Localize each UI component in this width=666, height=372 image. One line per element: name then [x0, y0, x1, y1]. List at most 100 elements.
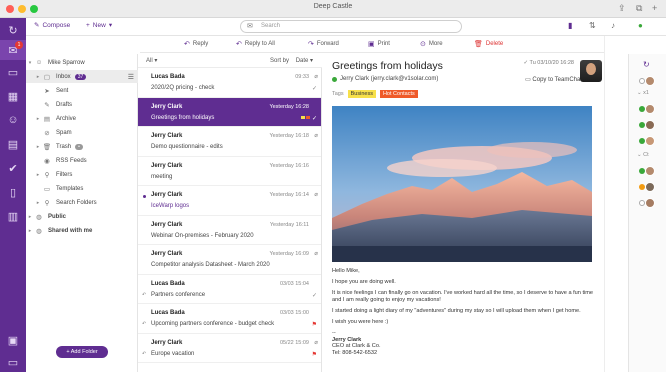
folder-rss[interactable]: ◉ RSS Feeds: [26, 154, 138, 167]
folder-templates[interactable]: ▭ Templates: [26, 182, 138, 195]
public-icon: ◍: [36, 213, 42, 221]
print-button[interactable]: ▣ Print: [368, 40, 390, 48]
message-sender: Jerry Clark: [151, 192, 183, 198]
tag-business[interactable]: Business: [347, 90, 376, 98]
notes-icon[interactable]: ▯: [0, 182, 26, 202]
message-subject: Europe vacation: [151, 350, 195, 357]
folder-trash[interactable]: ▸ 🗑 Trash •: [26, 140, 138, 153]
folder-drafts[interactable]: ✎ Drafts: [26, 98, 138, 111]
folder-filters[interactable]: ▸ ⚲ Filters: [26, 168, 138, 181]
account-row[interactable]: ▾ ☺ Mike Sparrow: [26, 56, 138, 69]
message-sender: Lucas Bada: [151, 74, 185, 80]
calendar-icon[interactable]: ▦: [0, 86, 26, 106]
compose-button[interactable]: ✎ Compose: [34, 21, 70, 30]
add-folder-button[interactable]: + Add Folder: [56, 346, 108, 358]
folder-search-folders[interactable]: ▸ ⚲ Search Folders: [26, 196, 138, 209]
list-item[interactable]: Jerry Clark Yesterday 16:18 ⌀ Demo quest…: [138, 127, 321, 157]
chevron-right-icon: ▸: [36, 73, 40, 80]
forward-button[interactable]: ↷ Forward: [308, 40, 339, 48]
new-button[interactable]: + New ▾: [86, 21, 112, 30]
contacts-icon[interactable]: ☺: [0, 110, 26, 130]
message-subject: Webinar On-premises - February 2020: [151, 232, 254, 239]
folder-inbox[interactable]: ▸ ▢ Inbox 37 ☰: [26, 70, 138, 83]
sender-line[interactable]: Jerry Clark (jerry.clark@v1solar.com): [332, 76, 438, 82]
tags-label: Tags: [332, 91, 344, 97]
list-item[interactable]: Jerry Clark Yesterday 16:14 ⌀ IceWarp lo…: [138, 186, 321, 216]
contact-item[interactable]: [639, 120, 665, 130]
search-input[interactable]: ✉ Search: [240, 20, 462, 33]
contact-item[interactable]: [639, 198, 665, 208]
more-button[interactable]: ⊙ More: [420, 40, 443, 48]
message-subject: meeting: [151, 173, 173, 180]
sort-label: Sort by: [270, 58, 290, 64]
list-item[interactable]: Jerry Clark 05/22 15:09 ⌀ ↶ Europe vacat…: [138, 334, 321, 363]
mail-icon[interactable]: ✉ 1: [0, 40, 26, 60]
contact-item[interactable]: [639, 182, 665, 192]
contact-item[interactable]: [639, 136, 665, 146]
plus-icon: +: [86, 21, 90, 29]
delete-button[interactable]: 🗑 Delete: [474, 40, 503, 48]
list-item[interactable]: Lucas Bada 03/03 15:04 ↶ Partners confer…: [138, 275, 321, 304]
sent-icon: ➤: [44, 87, 50, 95]
check-icon: ✓: [311, 86, 317, 92]
attachment-icon: ⌀: [314, 133, 318, 139]
message-date: Yesterday 16:14: [269, 192, 309, 198]
panel-toggle-icon[interactable]: ▮: [568, 21, 572, 30]
list-item[interactable]: Jerry Clark Yesterday 16:16 meeting: [138, 157, 321, 186]
folder-archive[interactable]: ▸ ▤ Archive: [26, 112, 138, 125]
reading-pane: Greetings from holidays ✓ Tu 03/10/20 16…: [322, 54, 604, 372]
refresh-icon[interactable]: ↻: [643, 60, 650, 69]
list-item[interactable]: Lucas Bada 03/03 15:00 ↶ Upcoming partne…: [138, 304, 321, 334]
screen-icon[interactable]: ▭: [0, 352, 26, 372]
folder-spam[interactable]: ⊘ Spam: [26, 126, 138, 139]
attachment-icon: ⌀: [314, 192, 318, 198]
list-item[interactable]: Jerry Clark Yesterday 16:11 Webinar On-p…: [138, 216, 321, 245]
share-icon[interactable]: ⇪: [618, 3, 626, 13]
tag-hot-contacts[interactable]: Hot Contacts: [379, 90, 418, 98]
add-tab-icon[interactable]: +: [652, 3, 657, 13]
message-date: Yesterday 16:09: [269, 251, 309, 257]
documents-icon[interactable]: ▥: [0, 206, 26, 226]
flag-icon[interactable]: ⚑: [312, 321, 317, 328]
video-icon[interactable]: ▣: [0, 330, 26, 350]
folder-public[interactable]: ▸ ◍ Public: [26, 210, 138, 223]
filter-value: All: [146, 58, 153, 64]
sort-icon[interactable]: ⇅: [589, 21, 596, 30]
sort-dropdown[interactable]: Sort by Date ▾: [270, 57, 313, 64]
tabs-icon[interactable]: ⧉: [636, 3, 642, 13]
sender-avatar: [580, 60, 602, 82]
reply-button[interactable]: ↶ Reply: [184, 40, 208, 48]
unread-count: 37: [74, 73, 87, 80]
sender-address: Jerry Clark (jerry.clark@v1solar.com): [340, 76, 439, 82]
online-status-icon: [332, 76, 337, 82]
list-item[interactable]: Lucas Bada 09:33 ⌀ 2020/2Q pricing - che…: [138, 68, 321, 98]
copy-to-teamchat-button[interactable]: ▭ Copy to TeamChat: [525, 76, 582, 83]
attachment-icon: ⌀: [314, 74, 318, 80]
flag-icon[interactable]: ⚑: [312, 351, 317, 358]
check-icon: ✓: [311, 292, 317, 299]
contact-item[interactable]: [639, 76, 665, 86]
tasks-icon[interactable]: ✔: [0, 158, 26, 178]
folder-shared[interactable]: ▸ ◍ Shared with me: [26, 224, 138, 237]
folder-sent[interactable]: ➤ Sent: [26, 84, 138, 97]
files-icon[interactable]: ▤: [0, 134, 26, 154]
message-date: Yesterday 16:28: [269, 103, 309, 110]
contact-item[interactable]: [639, 104, 665, 114]
message-date: Yesterday 16:11: [269, 221, 309, 228]
logo-icon[interactable]: ↻: [0, 20, 26, 40]
menu-icon[interactable]: ☰: [128, 73, 134, 81]
list-item[interactable]: Jerry Clark Yesterday 16:28 Greetings fr…: [138, 97, 321, 127]
body-paragraph: It is nice feelings I can finally go on …: [332, 290, 594, 303]
folder-label: Inbox: [56, 73, 71, 80]
search-icon: ✉: [247, 23, 253, 30]
list-item[interactable]: Jerry Clark Yesterday 16:09 ⌀ Competitor…: [138, 245, 321, 275]
bell-icon[interactable]: ♪: [611, 21, 615, 30]
message-body: Hello Mike, I hope you are doing well. I…: [332, 268, 602, 356]
chat-icon[interactable]: ▭: [0, 62, 26, 82]
message-subject: Upcoming partners conference - budget ch…: [151, 321, 275, 327]
reply-all-button[interactable]: ↶ Reply to All: [236, 40, 275, 48]
user-status-icon[interactable]: ●: [638, 21, 643, 30]
filter-dropdown[interactable]: All ▾: [146, 57, 157, 64]
contact-item[interactable]: [639, 166, 665, 176]
list-header: All ▾ Sort by Date ▾: [138, 54, 322, 68]
